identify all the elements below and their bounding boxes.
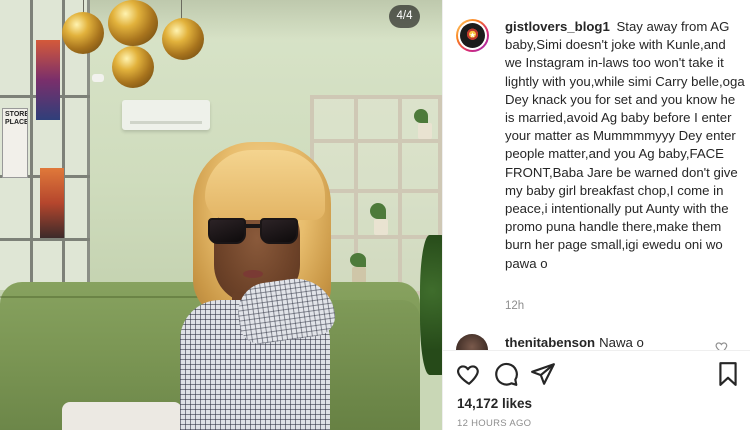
post-age[interactable]: 12 HOURS AGO — [457, 418, 531, 429]
wall-artwork — [40, 168, 64, 238]
gold-pendant-lamp — [108, 0, 158, 46]
sunglasses-bridge — [246, 224, 260, 228]
comment-like-icon[interactable] — [715, 340, 731, 350]
plant-leaves — [350, 253, 366, 267]
comment-text: Nawa o — [599, 335, 644, 350]
post-side-panel: ★ gistlovers_blog1 Stay away from AG bab… — [442, 0, 750, 430]
panel-line — [0, 238, 90, 241]
profile-avatar-icon: ★ — [460, 23, 485, 48]
post-caption: gistlovers_blog1 Stay away from AG baby,… — [505, 18, 745, 273]
large-plant — [420, 235, 442, 375]
panel-line — [30, 0, 33, 290]
air-conditioner — [122, 100, 210, 130]
shelf-divider — [398, 95, 402, 295]
author-username[interactable]: gistlovers_blog1 — [505, 19, 610, 34]
plant-leaves — [370, 203, 386, 219]
bookmark-icon[interactable] — [715, 361, 741, 387]
potted-plant — [352, 267, 366, 283]
sunglasses-lens — [260, 218, 298, 244]
comment-icon[interactable] — [493, 361, 519, 387]
plant-leaves — [414, 109, 428, 123]
carousel-counter: 4/4 — [389, 5, 420, 28]
person-bangs — [205, 150, 325, 220]
potted-plant — [374, 219, 388, 235]
post-actions-bar: 14,172 likes 12 HOURS AGO — [443, 350, 750, 430]
avatar-glyph: ★ — [469, 33, 476, 39]
heart-icon[interactable] — [456, 361, 482, 387]
gold-pendant-lamp — [162, 18, 204, 60]
avatar-ring-inner: ★ — [458, 21, 487, 50]
comments-scroll-area[interactable]: ★ gistlovers_blog1 Stay away from AG bab… — [443, 0, 750, 350]
wall-sign: STORE PLACE — [2, 108, 28, 178]
commenter-avatar[interactable] — [456, 334, 488, 350]
sofa-pillow — [62, 402, 182, 430]
sunglasses — [208, 216, 300, 246]
gold-pendant-lamp — [112, 46, 154, 88]
caption-time[interactable]: 12h — [505, 300, 524, 312]
caption-text: Stay away from AG baby,Simi doesn't joke… — [505, 19, 745, 271]
wall-artwork — [36, 40, 60, 120]
wall-sign-text: STORE PLACE — [5, 111, 28, 126]
commenter-username[interactable]: thenitabenson — [505, 335, 595, 350]
security-camera — [92, 74, 104, 82]
likes-count[interactable]: 14,172 likes — [457, 396, 532, 411]
shelf-board — [310, 139, 442, 143]
comment-item: thenitabenson Nawa o — [505, 335, 644, 350]
potted-plant — [418, 123, 432, 139]
person-lips — [243, 270, 263, 278]
author-avatar[interactable]: ★ — [456, 19, 489, 52]
sunglasses-lens — [208, 218, 246, 244]
share-icon[interactable] — [530, 361, 556, 387]
gold-pendant-lamp — [62, 12, 104, 54]
post-photo[interactable]: STORE PLACE 4/4 — [0, 0, 442, 430]
